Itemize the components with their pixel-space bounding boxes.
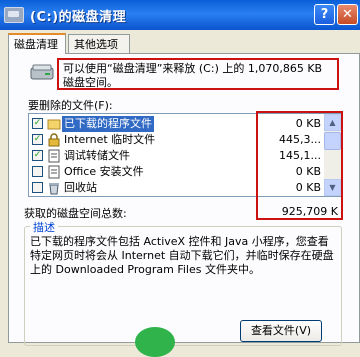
file-size: 0 KB xyxy=(295,165,321,178)
list-item[interactable]: 回收站 0 KB xyxy=(29,180,325,196)
file-size: 145,1... xyxy=(279,149,321,162)
file-list[interactable]: ✓ 已下载的程序文件 0 KB ✓ Internet 临时文件 445,3...… xyxy=(28,113,342,197)
total-space-value: 925,709 K xyxy=(281,205,338,218)
file-name: 已下载的程序文件 xyxy=(62,116,154,132)
lock-icon xyxy=(48,133,60,147)
description-legend: 描述 xyxy=(30,219,58,235)
file-name: Internet 临时文件 xyxy=(64,133,156,146)
recycle-bin-icon xyxy=(49,183,59,195)
checkbox[interactable]: ✓ xyxy=(32,150,43,161)
disk-cleanup-icon xyxy=(4,7,24,23)
list-item[interactable]: ✓ 已下载的程序文件 0 KB xyxy=(29,116,325,132)
hard-drive-icon xyxy=(30,64,54,80)
file-name: 回收站 xyxy=(64,181,97,194)
list-item[interactable]: ✓ 调试转储文件 145,1... xyxy=(29,148,325,164)
scroll-down-button[interactable]: ▼ xyxy=(324,179,341,196)
document-icon xyxy=(48,149,60,163)
green-logo xyxy=(135,327,175,357)
file-name: Office 安装文件 xyxy=(64,165,144,178)
scroll-up-button[interactable]: ▲ xyxy=(324,114,341,131)
list-item[interactable]: ✓ Internet 临时文件 445,3... xyxy=(29,132,325,148)
tab-disk-cleanup[interactable]: 磁盘清理 xyxy=(8,33,66,54)
tab-more-options[interactable]: 其他选项 xyxy=(68,34,130,53)
list-item[interactable]: Office 安装文件 0 KB xyxy=(29,164,325,180)
file-size: 445,3... xyxy=(279,133,321,146)
checkbox[interactable]: ✓ xyxy=(32,134,43,145)
info-text: 可以使用“磁盘清理”来释放 (C:) 上的 1,070,865 KB 磁盘空间。 xyxy=(57,58,339,90)
scroll-thumb[interactable] xyxy=(324,132,341,150)
close-button[interactable]: ✕ xyxy=(337,4,358,25)
document-icon xyxy=(48,165,60,179)
description-text: 已下载的程序文件包括 ActiveX 控件和 Java 小程序，您查看特定网页时… xyxy=(30,235,334,276)
file-name: 调试转储文件 xyxy=(64,149,130,162)
title-bar: (C:)的磁盘清理 ? ✕ xyxy=(0,0,360,30)
checkbox[interactable] xyxy=(32,182,43,193)
help-button[interactable]: ? xyxy=(314,4,335,25)
checkbox[interactable] xyxy=(32,166,43,177)
file-size: 0 KB xyxy=(295,117,321,130)
files-to-delete-label: 要删除的文件(F): xyxy=(28,99,113,112)
checkbox[interactable]: ✓ xyxy=(32,118,43,129)
vertical-scrollbar[interactable]: ▲ ▼ xyxy=(324,114,341,196)
folder-icon xyxy=(47,119,61,130)
window-title: (C:)的磁盘清理 xyxy=(30,9,127,25)
file-size: 0 KB xyxy=(295,181,321,194)
